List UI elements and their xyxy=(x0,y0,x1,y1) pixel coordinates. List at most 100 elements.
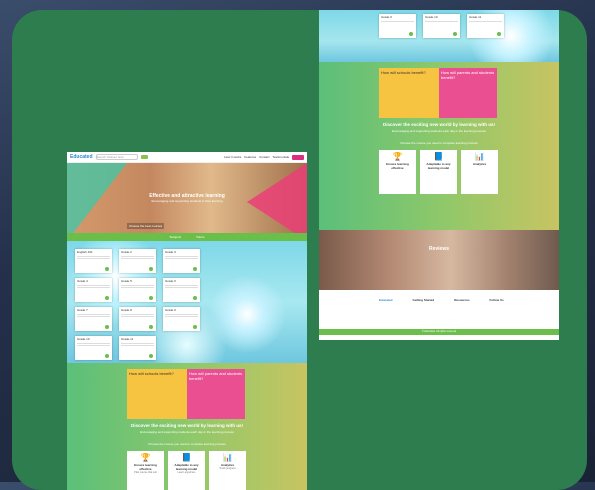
copyright-bar: © Educated. All rights reserved xyxy=(319,329,559,335)
hero-decor-left xyxy=(67,163,127,241)
website-mockup-right: Grade 9 Grade 10 Grade 11 How will schoo… xyxy=(319,10,559,340)
course-card[interactable]: Grade 10 xyxy=(423,14,460,38)
feature-title: Analytics xyxy=(472,162,487,166)
site-logo[interactable]: Educated xyxy=(70,154,93,160)
status-dot xyxy=(149,267,153,271)
reviews-section: Reviews xyxy=(319,230,559,290)
hero-tab-bar: Subjects Tutors xyxy=(67,233,307,241)
tab-tutors[interactable]: Tutors xyxy=(196,235,204,239)
courses-section: English 101 Grade 2 Grade 3 Grade 4 Grad… xyxy=(67,241,307,363)
feature-card[interactable]: 📘 Adaptable to any learning model Learn … xyxy=(168,451,205,490)
status-dot xyxy=(193,296,197,300)
benefits-section: How will schools benefit? How will paren… xyxy=(319,62,559,230)
website-mockup-left: Educated Search classes here How it work… xyxy=(67,152,307,490)
discover-note: Choose the course you need to complete l… xyxy=(148,442,226,446)
course-card-grid: Grade 9 Grade 10 Grade 11 xyxy=(379,14,504,38)
feature-card[interactable]: 🏆 Ensure learning effective Plan course … xyxy=(127,451,164,490)
search-button[interactable] xyxy=(140,155,148,159)
course-card[interactable]: Grade 4 xyxy=(75,278,112,302)
feature-desc: Learn anywhere xyxy=(177,471,196,474)
chart-icon: 📊 xyxy=(222,453,233,462)
course-card[interactable]: Grade 2 xyxy=(119,249,156,273)
benefit-panels: How will schools benefit? How will paren… xyxy=(127,369,245,419)
discover-subtitle: Encouraging and supporting students each… xyxy=(392,129,486,133)
hero-banner: Effective and attractive learning Encour… xyxy=(67,163,307,241)
feature-desc: Plan course that suit xyxy=(134,471,157,474)
discover-note: Choose the course you need to complete l… xyxy=(400,141,478,145)
course-card[interactable]: Grade 8 xyxy=(119,307,156,331)
discover-title: Discover the exciting new world by learn… xyxy=(130,423,244,428)
parents-benefit-panel[interactable]: How will parents and students benefit? xyxy=(439,68,497,118)
feature-card[interactable]: 📘 Adaptable to any learning model xyxy=(420,150,457,194)
status-dot xyxy=(193,325,197,329)
status-dot xyxy=(149,354,153,358)
course-card[interactable]: Grade 6 xyxy=(163,278,200,302)
feature-card[interactable]: 🏆 Ensure learning effective xyxy=(379,150,416,194)
course-card-title: English 101 xyxy=(77,250,93,254)
course-card[interactable]: Grade 7 xyxy=(75,307,112,331)
status-dot xyxy=(453,32,457,36)
schools-benefit-panel[interactable]: How will schools benefit? xyxy=(379,68,439,118)
tab-subjects[interactable]: Subjects xyxy=(170,235,182,239)
benefit-panels: How will schools benefit? How will paren… xyxy=(379,68,497,118)
benefits-section: How will schools benefit? How will paren… xyxy=(67,363,307,490)
course-card-title: Grade 4 xyxy=(77,279,88,283)
course-card[interactable]: Grade 3 xyxy=(163,249,200,273)
discover-title: Discover the exciting new world by learn… xyxy=(382,122,496,127)
course-card-title: Grade 10 xyxy=(425,15,438,19)
feature-card[interactable]: 📊 Analytics xyxy=(461,150,498,194)
status-dot xyxy=(105,354,109,358)
trophy-icon: 🏆 xyxy=(392,152,403,161)
course-card-title: Grade 8 xyxy=(121,308,132,312)
search-input[interactable]: Search classes here xyxy=(95,154,138,160)
feature-card[interactable]: 📊 Analytics Track progress xyxy=(209,451,246,490)
presentation-frame: Educated Search classes here How it work… xyxy=(12,10,587,490)
nav-link[interactable]: Testimonials xyxy=(272,155,289,159)
join-button[interactable] xyxy=(292,154,304,160)
nav-link[interactable]: Features xyxy=(244,155,256,159)
parents-benefit-panel[interactable]: How will parents and students benefit? xyxy=(187,369,245,419)
top-nav: Educated Search classes here How it work… xyxy=(67,152,307,163)
course-card-title: Grade 6 xyxy=(165,279,176,283)
feature-title: Ensure learning effective xyxy=(386,162,409,170)
status-dot xyxy=(105,296,109,300)
feature-title: Ensure learning effective xyxy=(134,463,157,471)
footer-logo[interactable]: Educated xyxy=(379,298,393,302)
course-card-title: Grade 3 xyxy=(165,250,176,254)
feature-title: Adaptable to any learning model xyxy=(174,463,199,471)
status-dot xyxy=(497,32,501,36)
hero-badge: Choose the best courses xyxy=(127,223,165,229)
schools-benefit-panel[interactable]: How will schools benefit? xyxy=(127,369,187,419)
course-card-title: Grade 9 xyxy=(165,308,176,312)
course-card-title: Grade 7 xyxy=(77,308,88,312)
course-card[interactable]: English 101 xyxy=(75,249,112,273)
status-dot xyxy=(149,325,153,329)
nav-link[interactable]: Contact xyxy=(259,155,269,159)
book-icon: 📘 xyxy=(181,453,192,462)
course-card-title: Grade 9 xyxy=(381,15,392,19)
course-card[interactable]: Grade 9 xyxy=(163,307,200,331)
course-card[interactable]: Grade 9 xyxy=(379,14,416,38)
status-dot xyxy=(105,267,109,271)
footer-col-heading: Resources xyxy=(454,298,470,302)
course-card[interactable]: Grade 11 xyxy=(467,14,504,38)
course-card-title: Grade 11 xyxy=(121,337,134,341)
course-card[interactable]: Grade 10 xyxy=(75,336,112,360)
hero-text: Effective and attractive learning Encour… xyxy=(127,193,247,203)
course-card-title: Grade 2 xyxy=(121,250,132,254)
feature-title: Adaptable to any learning model xyxy=(426,162,451,170)
reviews-title: Reviews xyxy=(428,246,449,252)
course-card[interactable]: Grade 11 xyxy=(119,336,156,360)
course-card[interactable]: Grade 5 xyxy=(119,278,156,302)
discover-subtitle: Encouraging and supporting students each… xyxy=(140,430,234,434)
courses-section-continued: Grade 9 Grade 10 Grade 11 xyxy=(319,10,559,62)
feature-desc: Track progress xyxy=(219,467,236,470)
course-card-title: Grade 5 xyxy=(121,279,132,283)
nav-link[interactable]: How it works xyxy=(224,155,241,159)
course-card-grid: English 101 Grade 2 Grade 3 Grade 4 Grad… xyxy=(75,249,200,360)
hero-decor-right xyxy=(247,163,307,241)
trophy-icon: 🏆 xyxy=(140,453,151,462)
chart-icon: 📊 xyxy=(474,152,485,161)
footer-col-heading: Getting Started xyxy=(412,298,435,302)
hero-subtitle: Encouraging and supporting students in t… xyxy=(151,199,223,203)
